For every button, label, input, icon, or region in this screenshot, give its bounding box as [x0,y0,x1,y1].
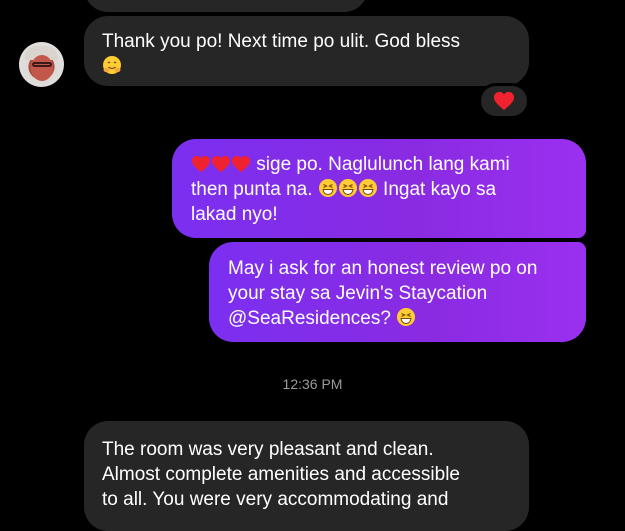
message-text-line: then punta na. [191,179,318,200]
message-text-line: Ingat kayo sa [377,179,497,200]
message-timestamp: 12:36 PM [282,376,343,392]
message-text-line: May i ask for an honest review po on [228,258,538,279]
message-text-line: sige po. Naglulunch lang kami [251,154,510,175]
heart-icon [192,155,210,173]
contact-avatar[interactable] [19,42,64,87]
previous-message-bubble[interactable] [84,0,368,12]
heart-reaction[interactable] [478,83,530,119]
incoming-message-review[interactable]: The room was very pleasant and clean. Al… [84,421,529,531]
heart-icon [494,91,514,111]
message-text-line: The room was very pleasant and clean. [102,439,434,460]
message-text-line: Almost complete amenities and accessible [102,464,461,485]
avatar-glasses [32,62,52,67]
heart-icon [212,155,230,173]
grinning-squinting-face-icon [358,179,377,197]
message-text-line: your stay sa Jevin's Staycation [228,283,488,304]
message-text-line: @SeaResidences? [228,308,397,329]
incoming-message-thanks[interactable]: Thank you po! Next time po ulit. God ble… [84,16,529,86]
avatar-face [31,55,53,81]
grinning-squinting-face-icon [397,308,416,326]
message-text-line: lakad nyo! [191,204,278,225]
outgoing-message-review[interactable]: May i ask for an honest review po on you… [209,242,586,342]
grinning-squinting-face-icon [318,179,337,197]
hugging-face-emoji-icon [103,56,121,74]
outgoing-message-sige[interactable]: sige po. Naglulunch lang kami then punta… [172,139,586,238]
message-text: Thank you po! Next time po ulit. God ble… [102,31,461,52]
grinning-squinting-face-icon [338,179,357,197]
heart-icon [232,155,250,173]
